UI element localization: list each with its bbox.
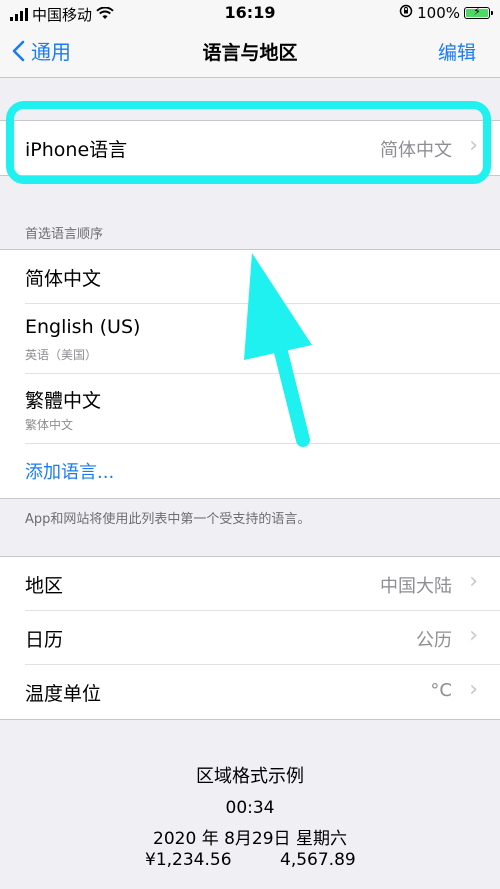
edit-button[interactable]: 编辑 <box>438 38 476 65</box>
language-item[interactable]: 繁體中文 繁体中文 <box>0 374 500 444</box>
format-example-title: 区域格式示例 <box>196 766 304 787</box>
region-settings-group: 地区 中国大陆 › 日历 公历 › 温度单位 °C › <box>0 556 500 720</box>
language-item[interactable]: English (US) 英语（美国） <box>0 304 500 374</box>
page-title: 语言与地区 <box>202 42 298 64</box>
region-row[interactable]: 地区 中国大陆 › <box>0 557 500 611</box>
iphone-language-label: iPhone语言 <box>25 139 128 161</box>
region-value: 中国大陆 <box>380 576 452 597</box>
chevron-right-icon: › <box>469 623 478 648</box>
battery-icon: ⚡ <box>464 5 493 19</box>
navigation-bar: 通用 语言与地区 编辑 <box>0 26 500 78</box>
language-name: English (US) <box>25 316 141 338</box>
iphone-language-value: 简体中文 <box>380 140 452 161</box>
language-item[interactable]: 简体中文 <box>0 250 500 304</box>
chevron-right-icon: › <box>469 569 478 594</box>
chevron-right-icon: › <box>469 677 478 702</box>
iphone-language-row[interactable]: iPhone语言 简体中文 › <box>0 121 500 175</box>
format-example-time: 00:34 <box>225 798 275 818</box>
language-name: 简体中文 <box>25 268 102 290</box>
language-name: 繁體中文 <box>25 390 102 412</box>
status-bar: 中国移动 16:19 100% ⚡ <box>0 0 500 26</box>
preferred-order-header: 首选语言顺序 <box>25 227 104 242</box>
battery-percent: 100% <box>417 4 460 22</box>
calendar-value: 公历 <box>416 630 452 651</box>
temperature-unit-row[interactable]: 温度单位 °C › <box>0 665 500 719</box>
chevron-right-icon: › <box>469 133 478 158</box>
format-example-currency: ¥1,234.56 <box>145 850 232 870</box>
preferred-order-footer: App和网站将使用此列表中第一个受支持的语言。 <box>25 512 311 527</box>
calendar-row[interactable]: 日历 公历 › <box>0 611 500 665</box>
region-label: 地区 <box>25 575 64 597</box>
add-language-row[interactable]: 添加语言... <box>0 444 500 498</box>
iphone-language-group: iPhone语言 简体中文 › <box>0 120 500 176</box>
preferred-language-group: 简体中文 English (US) 英语（美国） 繁體中文 繁体中文 添加语言.… <box>0 249 500 499</box>
language-subtitle: 英语（美国） <box>25 348 98 362</box>
temperature-unit-value: °C <box>430 680 452 701</box>
orientation-lock-icon <box>399 4 413 22</box>
temperature-unit-label: 温度单位 <box>25 683 102 705</box>
format-example-number: 4,567.89 <box>280 850 356 870</box>
status-right: 100% ⚡ <box>399 4 493 22</box>
add-language-button[interactable]: 添加语言... <box>25 458 114 484</box>
format-example-date: 2020 年 8月29日 星期六 <box>153 829 347 849</box>
calendar-label: 日历 <box>25 629 64 651</box>
language-subtitle: 繁体中文 <box>25 418 74 432</box>
